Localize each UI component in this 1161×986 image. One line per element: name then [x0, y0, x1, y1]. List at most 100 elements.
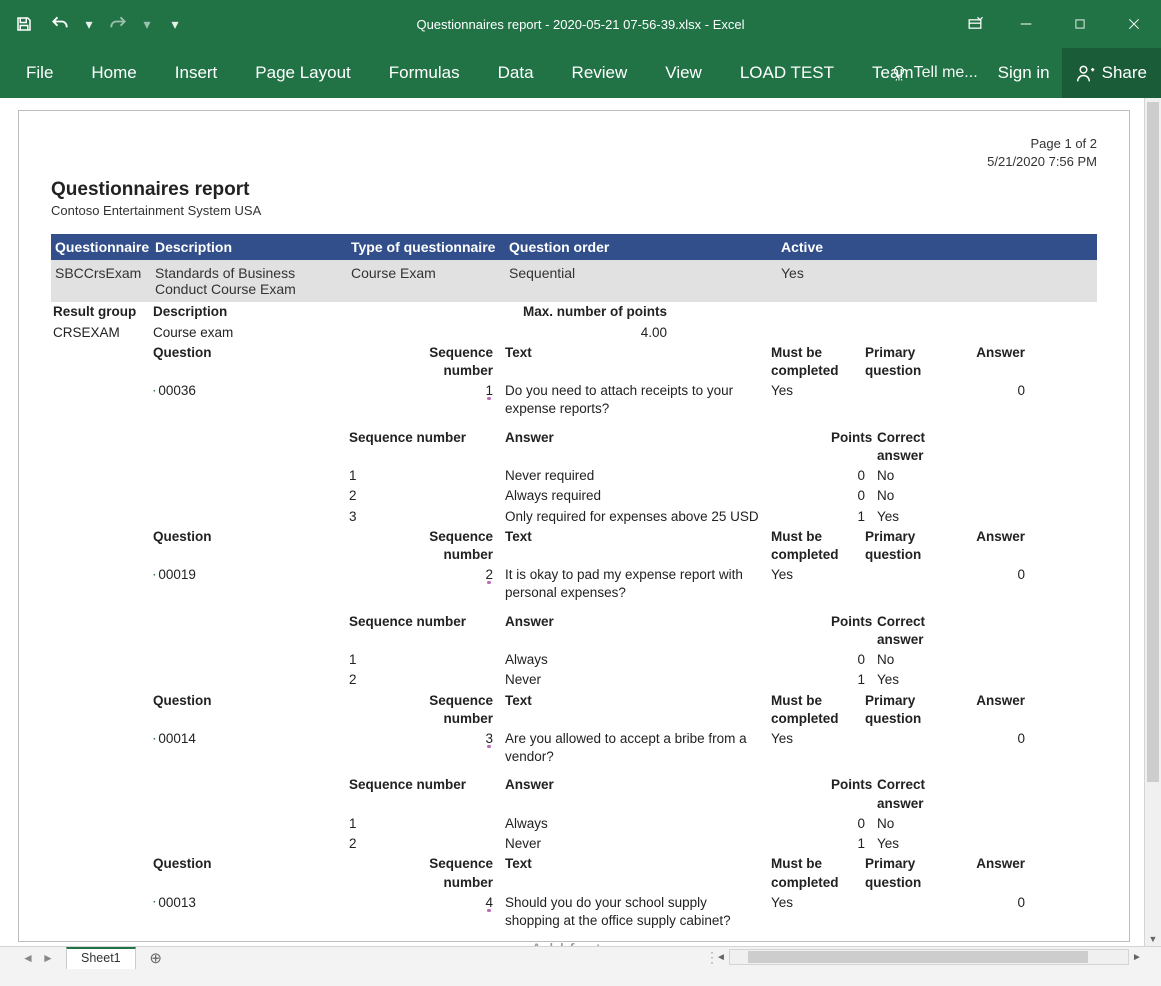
rg-hdr-resgrp: Result group	[51, 302, 151, 322]
sheet-nav: ◄ ►	[0, 950, 66, 966]
sheet-tabs-row: ◄ ► Sheet1 ⊕ ⋮ ◄ ►	[0, 946, 1161, 968]
tab-split-handle[interactable]: ⋮	[705, 949, 713, 966]
sheet-tab-active[interactable]: Sheet1	[66, 947, 136, 969]
scroll-down-icon[interactable]: ▼	[1145, 932, 1161, 946]
answer-row: 3Only required for expenses above 25 USD…	[51, 507, 1097, 527]
answer-points: 0	[829, 466, 871, 486]
tab-data[interactable]: Data	[494, 57, 538, 89]
question-row: 000361Do you need to attach receipts to …	[51, 381, 1097, 419]
undo-dropdown-icon[interactable]: ▾	[84, 16, 94, 33]
qhdr-must: Must be completed	[769, 343, 863, 381]
tell-me-search[interactable]: Tell me...	[882, 64, 986, 82]
question-header-row: QuestionSequence numberTextMust be compl…	[51, 854, 1097, 892]
hdr-questionnaire: Questionnaire	[51, 234, 151, 260]
answer-text: Never	[503, 670, 829, 690]
bottom-bar: ◄ ► Sheet1 ⊕ ⋮ ◄ ►	[0, 946, 1161, 986]
tab-page-layout[interactable]: Page Layout	[251, 57, 354, 89]
answer-points: 0	[829, 486, 871, 506]
tell-me-label: Tell me...	[914, 64, 978, 82]
rg-desc: Course exam	[151, 323, 347, 343]
question-header-row: QuestionSequence numberTextMust be compl…	[51, 343, 1097, 381]
answer-points: 0	[829, 650, 871, 670]
ahdr-points: Points	[829, 612, 871, 650]
answer-row: 1Always0No	[51, 814, 1097, 834]
qhdr-text: Text	[499, 854, 769, 892]
tab-insert[interactable]: Insert	[171, 57, 222, 89]
maximize-button[interactable]	[1053, 0, 1107, 48]
undo-icon[interactable]	[48, 12, 72, 36]
qhdr-seq: Sequence number	[395, 854, 499, 892]
qhdr-must: Must be completed	[769, 854, 863, 892]
question-must: Yes	[769, 381, 863, 419]
add-sheet-button[interactable]: ⊕	[144, 947, 168, 969]
vertical-scroll-thumb[interactable]	[1147, 102, 1159, 782]
save-icon[interactable]	[12, 12, 36, 36]
answer-row: 2Always required0No	[51, 486, 1097, 506]
qhdr-answer: Answer	[973, 527, 1031, 565]
qhdr-answer: Answer	[973, 854, 1031, 892]
close-button[interactable]	[1107, 0, 1161, 48]
answer-correct: Yes	[871, 834, 971, 854]
hscroll-left-icon[interactable]: ◄	[713, 952, 729, 963]
horizontal-scrollbar[interactable]	[729, 949, 1129, 965]
tab-formulas[interactable]: Formulas	[385, 57, 464, 89]
answer-correct: Yes	[871, 670, 971, 690]
q-type: Course Exam	[347, 260, 505, 302]
qhdr-must: Must be completed	[769, 527, 863, 565]
sheet-next-icon[interactable]: ►	[40, 950, 56, 966]
qhdr-question: Question	[151, 854, 395, 892]
tab-file[interactable]: File	[22, 57, 57, 89]
ahdr-correct: Correct answer	[871, 428, 971, 466]
sheet-prev-icon[interactable]: ◄	[20, 950, 36, 966]
document-viewport[interactable]: Page 1 of 2 5/21/2020 7:56 PM Questionna…	[0, 98, 1144, 946]
question-answer: 0	[973, 893, 1031, 931]
customize-qat-icon[interactable]: ▾	[170, 16, 180, 33]
question-must: Yes	[769, 729, 863, 767]
tab-load-test[interactable]: LOAD TEST	[736, 57, 838, 89]
question-seq: 2	[395, 565, 499, 603]
question-answer: 0	[973, 565, 1031, 603]
q-desc: Standards of Business Conduct Course Exa…	[151, 260, 347, 302]
window-title: Questionnaires report - 2020-05-21 07-56…	[416, 17, 744, 32]
horizontal-scroll-thumb[interactable]	[748, 951, 1088, 963]
ribbon-display-options-icon[interactable]	[951, 0, 999, 48]
vertical-scrollbar[interactable]: ▲ ▼	[1144, 98, 1161, 946]
qhdr-question: Question	[151, 527, 395, 565]
tab-view[interactable]: View	[661, 57, 706, 89]
document-area: Page 1 of 2 5/21/2020 7:56 PM Questionna…	[0, 98, 1161, 946]
qhdr-must: Must be completed	[769, 691, 863, 729]
hscroll-right-icon[interactable]: ►	[1129, 952, 1145, 963]
ahdr-seq: Sequence number	[347, 428, 503, 466]
minimize-button[interactable]	[999, 0, 1053, 48]
qhdr-text: Text	[499, 691, 769, 729]
resultgroup-row: CRSEXAM Course exam 4.00	[51, 323, 1097, 343]
share-button[interactable]: Share	[1062, 48, 1161, 98]
rg-hdr-max: Max. number of points	[347, 302, 673, 322]
qhdr-text: Text	[499, 527, 769, 565]
redo-icon[interactable]	[106, 12, 130, 36]
question-seq: 1	[395, 381, 499, 419]
tab-home[interactable]: Home	[87, 57, 140, 89]
redo-dropdown-icon[interactable]: ▾	[142, 16, 152, 33]
answer-row: 2Never1Yes	[51, 670, 1097, 690]
question-row: 000134Should you do your school supply s…	[51, 893, 1097, 931]
qhdr-primary: Primary question	[863, 691, 973, 729]
hdr-order: Question order	[505, 234, 777, 260]
sign-in-button[interactable]: Sign in	[986, 63, 1062, 83]
question-code: 00014	[151, 729, 395, 767]
ahdr-answer: Answer	[503, 428, 829, 466]
qhdr-question: Question	[151, 691, 395, 729]
answer-header-row: Sequence numberAnswerPointsCorrect answe…	[51, 775, 1097, 813]
answer-text: Always required	[503, 486, 829, 506]
report-title: Questionnaires report	[51, 179, 1097, 201]
answer-seq: 1	[347, 466, 503, 486]
question-text: Are you allowed to accept a bribe from a…	[499, 729, 769, 767]
answer-points: 1	[829, 507, 871, 527]
tab-review[interactable]: Review	[568, 57, 632, 89]
ahdr-seq: Sequence number	[347, 775, 503, 813]
window-controls	[951, 0, 1161, 48]
hdr-description: Description	[151, 234, 347, 260]
question-code: 00036	[151, 381, 395, 419]
page-datetime: 5/21/2020 7:56 PM	[51, 153, 1097, 171]
questionnaire-row: SBCCrsExam Standards of Business Conduct…	[51, 260, 1097, 302]
